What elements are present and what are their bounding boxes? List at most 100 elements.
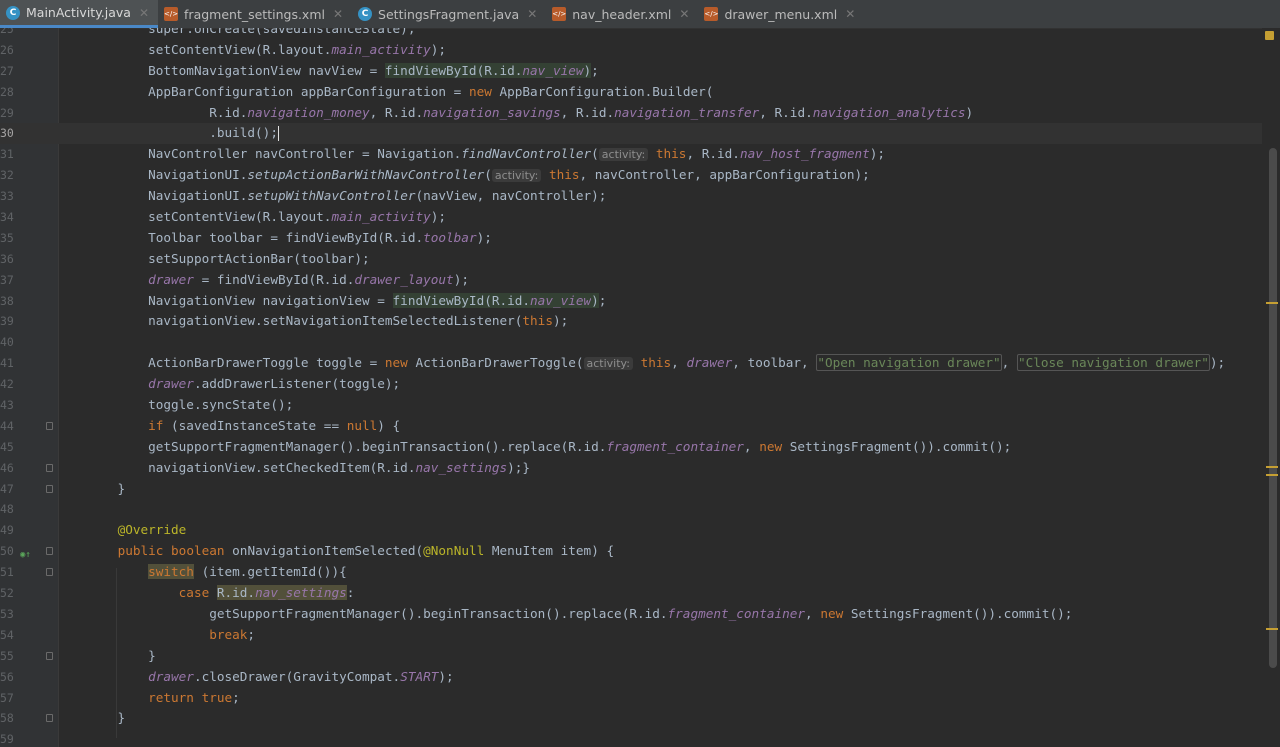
code-token: , navController, appBarConfiguration); xyxy=(579,167,870,183)
close-icon[interactable]: ✕ xyxy=(333,7,343,21)
fold-icon[interactable] xyxy=(46,484,53,493)
code-lines[interactable]: 25 super.onCreate(savedInstanceState); 26… xyxy=(0,28,1262,747)
code-line[interactable]: 56 drawer.closeDrawer(GravityCompat.STAR… xyxy=(0,667,1262,688)
code-token: findNavController xyxy=(461,146,592,162)
code-editor[interactable]: 25 super.onCreate(savedInstanceState); 26… xyxy=(0,28,1280,747)
scrollbar-thumb[interactable] xyxy=(1269,148,1277,668)
override-method-icon[interactable]: ◉↑ xyxy=(20,545,31,560)
code-line[interactable]: 38 NavigationView navigationView = findV… xyxy=(0,291,1262,312)
line-number: 43 xyxy=(0,398,14,413)
line-number: 56 xyxy=(0,669,14,684)
code-line[interactable]: 27 BottomNavigationView navView = findVi… xyxy=(0,61,1262,82)
code-text: public boolean onNavigationItemSelected(… xyxy=(87,541,615,562)
code-line[interactable]: 43 toggle.syncState(); xyxy=(0,395,1262,416)
error-stripe-mark[interactable] xyxy=(1266,302,1278,304)
code-line[interactable]: 51 switch (item.getItemId()){ xyxy=(0,562,1262,583)
code-token: navigation_analytics xyxy=(812,104,966,120)
code-line[interactable]: 39 navigationView.setNavigationItemSelec… xyxy=(0,311,1262,332)
tab-nav-header-xml[interactable]: </> nav_header.xml ✕ xyxy=(546,0,698,28)
tab-label: nav_header.xml xyxy=(572,6,672,22)
code-text: navigationView.setCheckedItem(R.id.nav_s… xyxy=(87,458,530,479)
code-line[interactable]: 29 R.id.navigation_money, R.id.navigatio… xyxy=(0,103,1262,124)
code-token: @NonNull xyxy=(423,543,485,559)
code-line[interactable]: 45 getSupportFragmentManager().beginTran… xyxy=(0,437,1262,458)
code-token: navigationView.setCheckedItem(R.id. xyxy=(87,459,416,475)
code-token: this xyxy=(655,146,687,162)
code-token: R.id. xyxy=(216,585,256,601)
fold-icon[interactable] xyxy=(46,714,53,723)
code-line[interactable]: 37 drawer = findViewById(R.id.drawer_lay… xyxy=(0,270,1262,291)
line-number: 53 xyxy=(0,606,14,621)
code-line[interactable]: 52 case R.id.nav_settings: xyxy=(0,583,1262,604)
code-token: nav_host_fragment xyxy=(739,146,870,162)
code-line[interactable]: 57 return true; xyxy=(0,688,1262,709)
line-number: 35 xyxy=(0,230,14,245)
code-text: drawer = findViewById(R.id.drawer_layout… xyxy=(87,270,469,291)
fold-icon[interactable] xyxy=(46,651,53,660)
warning-indicator-icon[interactable] xyxy=(1265,31,1274,40)
close-icon[interactable]: ✕ xyxy=(527,7,537,21)
fold-icon[interactable] xyxy=(46,568,53,577)
tab-settingsfragment-java[interactable]: C SettingsFragment.java ✕ xyxy=(352,0,546,28)
code-line[interactable]: 53 getSupportFragmentManager().beginTran… xyxy=(0,604,1262,625)
code-token: setSupportActionBar(toolbar); xyxy=(87,250,370,266)
code-line[interactable]: 36 setSupportActionBar(toolbar); xyxy=(0,249,1262,270)
code-line[interactable]: 44 if (savedInstanceState == null) { xyxy=(0,416,1262,437)
code-line[interactable]: 48 xyxy=(0,499,1262,520)
tab-drawer-menu-xml[interactable]: </> drawer_menu.xml ✕ xyxy=(698,0,864,28)
code-line[interactable]: 32 NavigationUI.setupActionBarWithNavCon… xyxy=(0,165,1262,186)
code-line[interactable]: 30 .build(); xyxy=(0,123,1262,145)
close-icon[interactable]: ✕ xyxy=(845,7,855,21)
code-line[interactable]: 50 ◉↑ public boolean onNavigationItemSele… xyxy=(0,541,1262,562)
code-line[interactable]: 28 AppBarConfiguration appBarConfigurati… xyxy=(0,82,1262,103)
code-line[interactable]: 59 xyxy=(0,729,1262,747)
code-token: new xyxy=(468,83,492,99)
close-icon[interactable]: ✕ xyxy=(139,6,149,20)
error-stripe-mark[interactable] xyxy=(1266,474,1278,476)
tab-fragment-settings-xml[interactable]: </> fragment_settings.xml ✕ xyxy=(158,0,352,28)
code-token: ; xyxy=(247,626,256,642)
code-token: ) { xyxy=(377,417,401,433)
error-stripe-mark[interactable] xyxy=(1266,466,1278,468)
code-line[interactable]: 54 break; xyxy=(0,625,1262,646)
code-line[interactable]: 26 setContentView(R.layout.main_activity… xyxy=(0,40,1262,61)
line-number: 34 xyxy=(0,210,14,225)
code-line[interactable]: 58 } xyxy=(0,708,1262,729)
close-icon[interactable]: ✕ xyxy=(679,7,689,21)
code-line[interactable]: 42 drawer.addDrawerListener(toggle); xyxy=(0,374,1262,395)
code-line[interactable]: 34 setContentView(R.layout.main_activity… xyxy=(0,207,1262,228)
code-line[interactable]: 25 super.onCreate(savedInstanceState); xyxy=(0,28,1262,40)
code-line[interactable]: 41 ActionBarDrawerToggle toggle = new Ac… xyxy=(0,353,1262,374)
vertical-scrollbar[interactable] xyxy=(1262,28,1280,747)
line-number: 38 xyxy=(0,293,14,308)
code-line[interactable]: 40 xyxy=(0,332,1262,353)
code-token: true xyxy=(201,689,233,705)
code-token: if xyxy=(148,417,164,433)
code-line[interactable]: 49 @Override xyxy=(0,520,1262,541)
error-stripe-mark[interactable] xyxy=(1266,628,1278,630)
fold-icon[interactable] xyxy=(46,547,53,556)
tab-label: MainActivity.java xyxy=(26,5,131,20)
fold-icon[interactable] xyxy=(46,421,53,430)
code-line[interactable]: 55 } xyxy=(0,646,1262,667)
xml-file-icon: </> xyxy=(704,7,719,21)
code-token: main_activity xyxy=(331,41,431,57)
code-token: ( xyxy=(415,543,424,559)
code-token: SettingsFragment()).commit(); xyxy=(782,438,1012,454)
code-line[interactable]: 31 NavController navController = Navigat… xyxy=(0,144,1262,165)
code-text: Toolbar toolbar = findViewById(R.id.tool… xyxy=(87,228,492,249)
code-line[interactable]: 35 Toolbar toolbar = findViewById(R.id.t… xyxy=(0,228,1262,249)
tab-mainactivity-java[interactable]: C MainActivity.java ✕ xyxy=(0,0,159,28)
code-token: switch xyxy=(148,564,194,580)
code-token: NavigationUI. xyxy=(87,188,248,204)
code-line[interactable]: 46 navigationView.setCheckedItem(R.id.na… xyxy=(0,458,1262,479)
code-line[interactable]: 33 NavigationUI.setupWithNavController(n… xyxy=(0,186,1262,207)
code-token: getSupportFragmentManager().beginTransac… xyxy=(87,605,668,621)
code-line[interactable]: 47 } xyxy=(0,479,1262,500)
fold-icon[interactable] xyxy=(46,463,53,472)
